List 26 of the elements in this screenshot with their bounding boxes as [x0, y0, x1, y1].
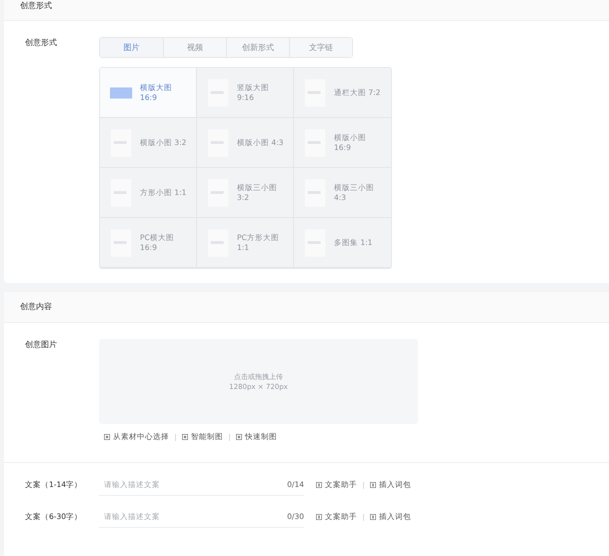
section-header: 创意形式 [4, 0, 609, 21]
field-label: 创意图片 [24, 339, 58, 351]
action-icon [104, 434, 110, 440]
thumbnail-icon [304, 78, 328, 108]
field-label: 创意形式 [24, 37, 58, 49]
thumbnail-icon [304, 128, 328, 158]
thumbnail-icon [110, 128, 134, 158]
tab[interactable]: 视频 [163, 38, 226, 57]
action-icon [236, 434, 242, 440]
tab[interactable]: 文字链 [289, 38, 352, 57]
thumbnail-icon [207, 178, 231, 208]
thumbnail-icon [110, 228, 134, 258]
tool-icon [370, 514, 376, 520]
action-icon [182, 434, 188, 440]
section-header: 创意内容 [4, 292, 609, 323]
tool-icon [370, 482, 376, 488]
thumbnail-icon [207, 128, 231, 158]
tool-icon [316, 514, 322, 520]
thumbnail-icon [207, 228, 231, 258]
thumbnail-icon [207, 78, 231, 108]
thumbnail-icon [304, 178, 328, 208]
tool-icon [316, 482, 322, 488]
thumbnail-icon [110, 178, 134, 208]
tab[interactable]: 图片 [100, 38, 163, 57]
tab[interactable]: 创新形式 [226, 38, 289, 57]
thumbnail-icon [304, 228, 328, 258]
